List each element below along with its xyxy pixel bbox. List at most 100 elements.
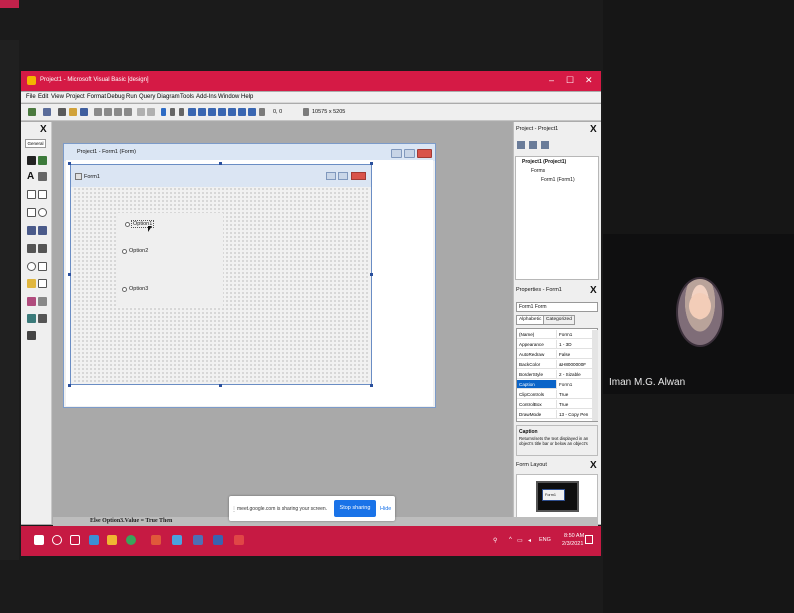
form-layout-close[interactable]: X — [590, 460, 597, 471]
options-container[interactable] — [116, 213, 223, 307]
tree-forms-folder[interactable]: Forms — [531, 168, 545, 174]
resize-handle-left[interactable] — [68, 273, 71, 276]
property-row[interactable]: BorderStyle 2 - Sizable — [517, 370, 592, 380]
line-tool-icon[interactable] — [38, 297, 47, 306]
property-value[interactable]: 1 - 3D — [556, 340, 592, 349]
minimize-icon[interactable]: – — [549, 75, 554, 85]
vscrollbar-tool-icon[interactable] — [38, 244, 47, 253]
data-tool-icon[interactable] — [38, 314, 47, 323]
project-explorer-close[interactable]: X — [590, 124, 597, 135]
paste-icon[interactable] — [114, 108, 122, 116]
option3-label[interactable]: Option3 — [129, 286, 148, 292]
menu-window[interactable]: Window — [218, 94, 239, 100]
start-icon[interactable] — [161, 108, 166, 116]
save-project-icon[interactable] — [80, 108, 88, 116]
view-object-icon[interactable] — [529, 141, 537, 149]
chrome-icon[interactable] — [126, 535, 136, 545]
filelistbox-tool-icon[interactable] — [38, 279, 47, 288]
tray-chevron-icon[interactable]: ^ — [509, 537, 512, 543]
menu-project[interactable]: Project — [66, 94, 85, 100]
designer-close-icon[interactable] — [417, 149, 432, 158]
property-value[interactable]: 13 - Copy Pen — [556, 410, 592, 419]
powerpoint-icon[interactable] — [151, 535, 161, 545]
property-value[interactable]: True — [556, 400, 592, 409]
menu-file[interactable]: File — [26, 94, 36, 100]
tray-person-icon[interactable]: ⚲ — [493, 537, 497, 544]
property-value[interactable]: False — [556, 350, 592, 359]
tab-categorized[interactable]: Categorized — [543, 315, 575, 325]
label-tool-icon[interactable]: A — [27, 171, 34, 182]
frame-tool-icon[interactable] — [27, 190, 36, 199]
property-row-selected[interactable]: Caption Form1 — [517, 380, 592, 390]
redo-icon[interactable] — [147, 108, 155, 116]
menu-view[interactable]: View — [51, 94, 64, 100]
option1-radio[interactable] — [125, 222, 130, 227]
menu-diagram[interactable]: Diagram — [157, 94, 180, 100]
toggle-folders-icon[interactable] — [541, 141, 549, 149]
resize-handle-bl[interactable] — [68, 384, 71, 387]
property-row[interactable]: Appearance 1 - 3D — [517, 340, 592, 350]
undo-icon[interactable] — [137, 108, 145, 116]
resize-handle-tr[interactable] — [370, 162, 373, 165]
menu-debug[interactable]: Debug — [107, 94, 125, 100]
file-explorer-icon[interactable] — [107, 535, 117, 545]
drivelistbox-tool-icon[interactable] — [38, 262, 47, 271]
designer-restore-icon[interactable] — [404, 149, 415, 158]
resize-handle-right[interactable] — [370, 273, 373, 276]
copy-icon[interactable] — [104, 108, 112, 116]
resize-handle-bottom[interactable] — [219, 384, 222, 387]
combobox-tool-icon[interactable] — [27, 226, 36, 235]
menu-query[interactable]: Query — [139, 94, 155, 100]
find-icon[interactable] — [124, 108, 132, 116]
property-value[interactable]: 2 - Sizable — [556, 370, 592, 379]
data-view-icon[interactable] — [238, 108, 246, 116]
dirlistbox-tool-icon[interactable] — [27, 279, 36, 288]
hscrollbar-tool-icon[interactable] — [27, 244, 36, 253]
clock-date[interactable]: 2/3/2021 — [562, 541, 583, 547]
timer-tool-icon[interactable] — [27, 262, 36, 271]
task-view-icon[interactable] — [70, 535, 80, 545]
tray-volume-icon[interactable]: ◂ — [528, 537, 531, 544]
property-value[interactable]: Form1 — [556, 330, 592, 339]
checkbox-tool-icon[interactable] — [27, 208, 36, 217]
pointer-tool-icon[interactable] — [27, 156, 36, 165]
menu-format[interactable]: Format — [87, 94, 106, 100]
cut-icon[interactable] — [94, 108, 102, 116]
designer-minimize-icon[interactable] — [391, 149, 402, 158]
word-icon[interactable] — [213, 535, 223, 545]
resize-handle-top[interactable] — [219, 162, 222, 165]
stop-sharing-button[interactable]: Stop sharing — [334, 500, 376, 517]
option2-label[interactable]: Option2 — [129, 248, 148, 254]
property-row[interactable]: DrawMode 13 - Copy Pen — [517, 410, 592, 420]
search-icon[interactable] — [52, 535, 62, 545]
menu-add-ins[interactable]: Add-Ins — [196, 94, 217, 100]
properties-object-combo[interactable]: Form1 Form — [516, 302, 598, 312]
property-row[interactable]: AutoRedraw False — [517, 350, 592, 360]
hide-button[interactable]: Hide — [380, 506, 391, 512]
ole-tool-icon[interactable] — [27, 331, 36, 340]
tab-alphabetic[interactable]: Alphabetic — [516, 315, 545, 325]
property-value[interactable]: True — [556, 390, 592, 399]
add-form-icon[interactable] — [43, 108, 51, 116]
property-row[interactable]: ControlBox True — [517, 400, 592, 410]
pdf-reader-icon[interactable] — [234, 535, 244, 545]
open-project-icon[interactable] — [69, 108, 77, 116]
paint-icon[interactable] — [193, 535, 203, 545]
property-value[interactable]: Form1 — [556, 380, 592, 389]
add-project-icon[interactable] — [28, 108, 36, 116]
maximize-icon[interactable]: ☐ — [566, 75, 574, 86]
tray-network-icon[interactable]: ▭ — [517, 537, 523, 544]
edge-icon[interactable] — [89, 535, 99, 545]
menu-help[interactable]: Help — [241, 94, 253, 100]
project-explorer-icon[interactable] — [188, 108, 196, 116]
shape-tool-icon[interactable] — [27, 297, 36, 306]
property-value[interactable]: &H8000000F — [556, 360, 592, 369]
tree-form1[interactable]: Form1 (Form1) — [541, 177, 575, 183]
listbox-tool-icon[interactable] — [38, 226, 47, 235]
toolbox-general-tab[interactable]: General — [25, 139, 46, 148]
clock-time[interactable]: 8:50 AM — [564, 533, 584, 539]
properties-window-icon[interactable] — [198, 108, 206, 116]
tree-project1[interactable]: Project1 (Project1) — [522, 159, 566, 165]
optionbutton-tool-icon[interactable] — [38, 208, 47, 217]
break-icon[interactable] — [170, 108, 175, 116]
